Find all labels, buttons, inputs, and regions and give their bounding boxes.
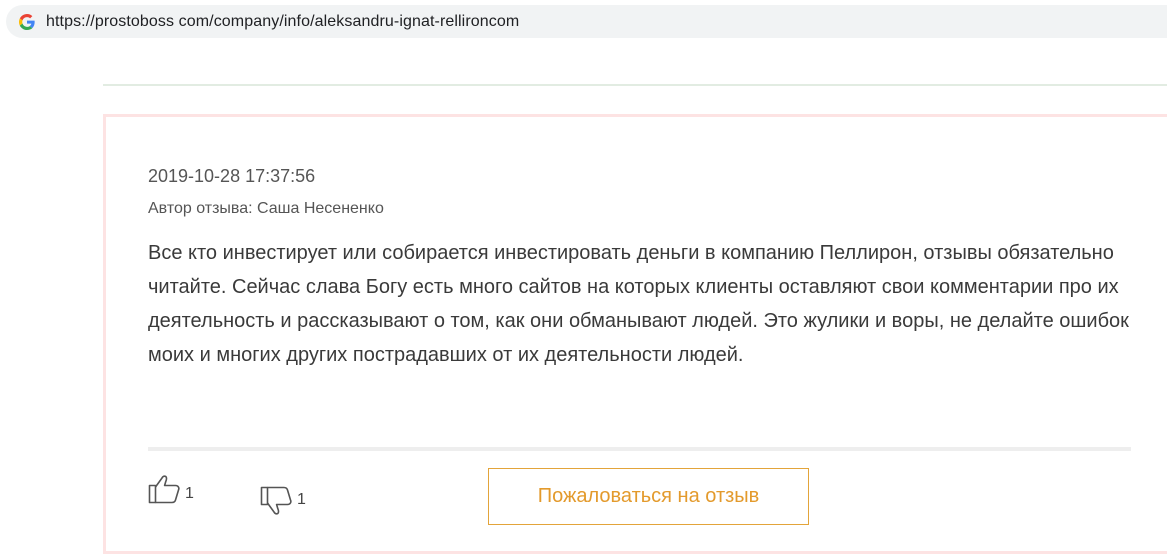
review-divider: [148, 447, 1131, 451]
thumbs-down-icon: [260, 486, 292, 515]
report-review-button[interactable]: Пожаловаться на отзыв: [488, 468, 809, 525]
like-button[interactable]: 1: [148, 473, 194, 505]
review-text: Все кто инвестирует или собирается инвес…: [148, 242, 1129, 366]
header-divider: [103, 84, 1167, 86]
review-card: 2019-10-28 17:37:56 Автор отзыва: Саша Н…: [103, 114, 1167, 554]
dislike-count: 1: [297, 491, 306, 508]
address-bar[interactable]: https://prostoboss com/company/info/alek…: [6, 5, 1167, 38]
review-date: 2019-10-28 17:37:56: [148, 166, 316, 186]
thumbs-up-icon: [148, 475, 180, 504]
url-text[interactable]: https://prostoboss com/company/info/alek…: [46, 13, 519, 31]
like-count: 1: [185, 485, 194, 502]
review-author: Автор отзыва: Саша Несененко: [148, 200, 384, 217]
dislike-button[interactable]: 1: [260, 485, 306, 517]
google-g-icon: [19, 13, 35, 30]
